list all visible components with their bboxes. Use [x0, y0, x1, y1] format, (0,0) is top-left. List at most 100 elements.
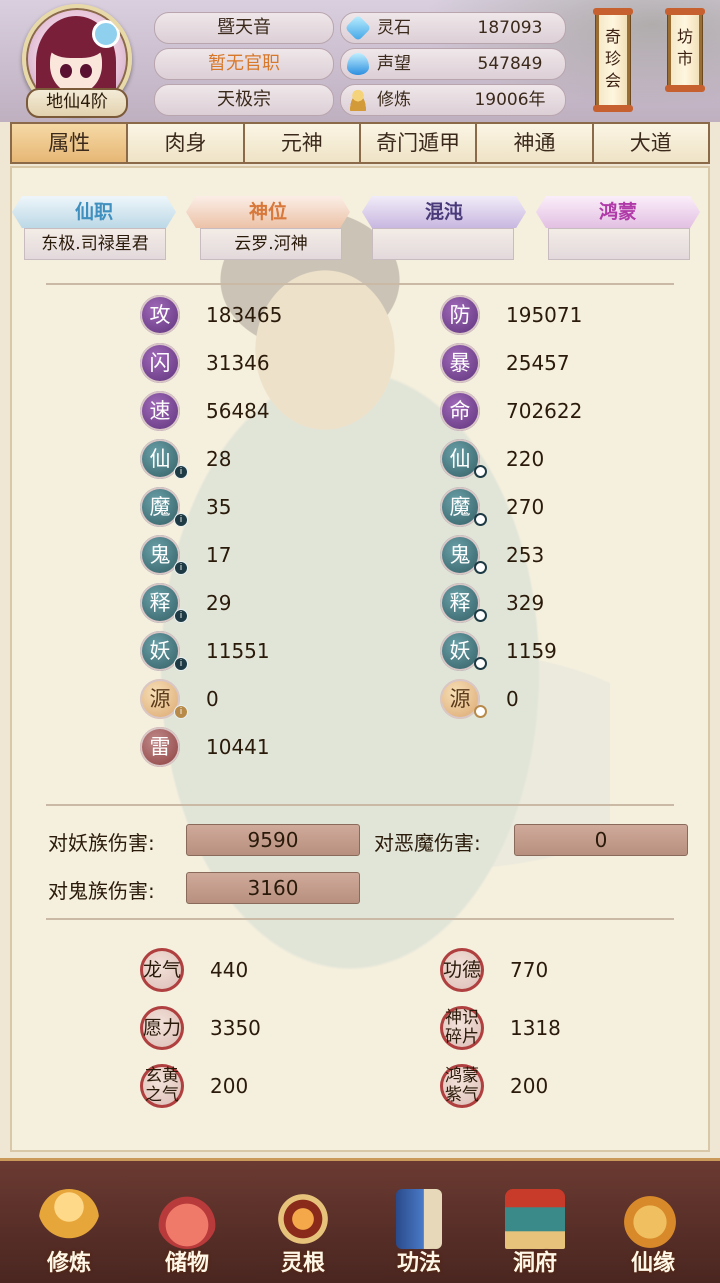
- nav-cave[interactable]: 洞府: [480, 1161, 590, 1283]
- resource-cultivation: 修炼 19006年: [340, 84, 566, 116]
- nav-label: 功法: [396, 1251, 441, 1276]
- spirit-stone-icon: [344, 14, 372, 42]
- resource-label: 声望: [377, 54, 411, 74]
- immortal-fate-icon: [623, 1189, 683, 1249]
- post-value-hongmeng: [548, 228, 690, 260]
- defense-marker-icon: [474, 561, 487, 574]
- tab-attributes[interactable]: 属性: [12, 124, 127, 162]
- nav-immortal-fate[interactable]: 仙缘: [598, 1161, 708, 1283]
- stat-value-buddha-atk: 29: [206, 591, 232, 615]
- stat-value-wish-power: 3350: [210, 1016, 261, 1040]
- resource-value: 19006年: [474, 90, 546, 110]
- tab-body[interactable]: 肉身: [128, 124, 243, 162]
- stat-icon-speed: 速: [140, 391, 180, 431]
- stat-icon-merit: 功德: [440, 948, 484, 992]
- divider: [46, 283, 674, 285]
- market-button[interactable]: 坊市: [665, 8, 705, 92]
- stat-value-ghost-def: 253: [506, 543, 545, 567]
- stat-value-buddha-def: 329: [506, 591, 545, 615]
- post-tab-immortal-office[interactable]: 仙职: [12, 196, 176, 228]
- attack-marker-icon: i: [174, 705, 188, 719]
- nav-label: 修炼: [46, 1251, 91, 1276]
- hair-flower-icon: [92, 20, 120, 48]
- defense-marker-icon: [474, 465, 487, 478]
- stat-value-source-atk: 0: [206, 687, 219, 711]
- cultivation-icon: [347, 89, 369, 111]
- nav-spirit-root[interactable]: 灵根: [248, 1161, 358, 1283]
- market-label: 坊市: [676, 27, 693, 68]
- resource-prestige: 声望 547849: [340, 48, 566, 80]
- stat-value-ghost-atk: 17: [206, 543, 232, 567]
- attack-marker-icon: i: [174, 561, 188, 575]
- damage-label-ghost: 对鬼族伤害:: [48, 879, 155, 903]
- stat-icon-dodge: 闪: [140, 343, 180, 383]
- damage-value-ghost: 3160: [186, 872, 360, 904]
- post-tab-hongmeng[interactable]: 鸿蒙: [536, 196, 700, 228]
- stat-icon-hp: 命: [440, 391, 480, 431]
- post-tab-divine-rank[interactable]: 神位: [186, 196, 350, 228]
- tab-divine-power[interactable]: 神通: [477, 124, 592, 162]
- player-name: 暨天音: [154, 12, 334, 44]
- nav-storage[interactable]: 储物: [132, 1161, 242, 1283]
- defense-marker-icon: [474, 657, 487, 670]
- post-value-chaos: [372, 228, 514, 260]
- post-tab-chaos[interactable]: 混沌: [362, 196, 526, 228]
- nav-label: 仙缘: [630, 1251, 675, 1276]
- stat-value-hp: 702622: [506, 399, 583, 423]
- stat-icon-attack: 攻: [140, 295, 180, 335]
- divider: [46, 918, 674, 920]
- stat-icon-xuanhuang-qi: 玄黄之气: [140, 1064, 184, 1108]
- stat-value-defense: 195071: [506, 303, 583, 327]
- stat-value-immortal-atk: 28: [206, 447, 232, 471]
- avatar-eye: [60, 64, 72, 78]
- divider: [46, 804, 674, 806]
- tab-spirit[interactable]: 元神: [244, 124, 359, 162]
- stat-value-speed: 56484: [206, 399, 270, 423]
- tab-dao[interactable]: 大道: [593, 124, 708, 162]
- stat-value-thunder: 10441: [206, 735, 270, 759]
- damage-label-yao: 对妖族伤害:: [48, 831, 155, 855]
- damage-value-demon: 0: [514, 824, 688, 856]
- stat-value-source-def: 0: [506, 687, 519, 711]
- stat-value-yao-def: 1159: [506, 639, 557, 663]
- nav-technique[interactable]: 功法: [364, 1161, 474, 1283]
- stat-value-dodge: 31346: [206, 351, 270, 375]
- top-header: 地仙4阶 暨天音 暂无官职 天极宗 灵石 187093 声望 547849 修炼…: [0, 0, 720, 122]
- prestige-icon: [347, 53, 369, 75]
- resource-label: 修炼: [377, 90, 411, 110]
- treasure-fair-button[interactable]: 奇珍会: [593, 8, 633, 112]
- attack-marker-icon: i: [174, 465, 188, 479]
- stat-value-dragon-qi: 440: [210, 958, 249, 982]
- technique-book-icon: [396, 1189, 442, 1249]
- attribute-tabs: 属性 肉身 元神 奇门遁甲 神通 大道: [10, 122, 710, 164]
- stat-value-yao-atk: 11551: [206, 639, 270, 663]
- post-value-divine-rank: 云罗.河神: [200, 228, 342, 260]
- attack-marker-icon: i: [174, 513, 188, 527]
- cave-mansion-icon: [505, 1189, 565, 1249]
- stat-icon-dragon-qi: 龙气: [140, 948, 184, 992]
- stat-value-merit: 770: [510, 958, 549, 982]
- stat-icon-hongmeng-qi: 鸿蒙紫气: [440, 1064, 484, 1108]
- treasure-fair-label: 奇珍会: [604, 27, 621, 90]
- stat-value-xuanhuang-qi: 200: [210, 1074, 249, 1098]
- stat-value-attack: 183465: [206, 303, 283, 327]
- rank-badge: 地仙4阶: [26, 88, 128, 118]
- storage-bag-icon: [157, 1189, 217, 1249]
- damage-value-yao: 9590: [186, 824, 360, 856]
- spirit-root-icon: [273, 1189, 333, 1249]
- resource-value: 547849: [477, 54, 543, 74]
- resource-spirit-stone: 灵石 187093: [340, 12, 566, 44]
- resource-label: 灵石: [377, 18, 411, 38]
- nav-label: 洞府: [512, 1251, 557, 1276]
- tab-qimen[interactable]: 奇门遁甲: [360, 124, 476, 162]
- nav-cultivate[interactable]: 修炼: [14, 1161, 124, 1283]
- attack-marker-icon: i: [174, 609, 188, 623]
- stat-icon-soul-shard: 神识碎片: [440, 1006, 484, 1050]
- stat-value-hongmeng-qi: 200: [510, 1074, 549, 1098]
- stat-value-crit: 25457: [506, 351, 570, 375]
- stat-icon-crit: 暴: [440, 343, 480, 383]
- official-title: 暂无官职: [154, 48, 334, 80]
- damage-label-demon: 对恶魔伤害:: [374, 831, 481, 855]
- defense-marker-icon: [474, 705, 487, 718]
- stat-value-demon-atk: 35: [206, 495, 232, 519]
